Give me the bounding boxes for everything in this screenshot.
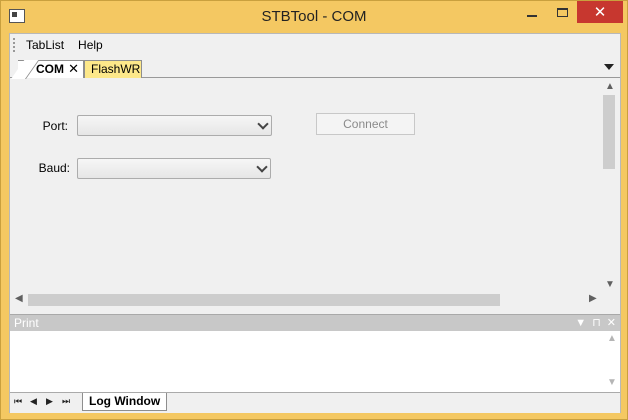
menu-bar: TabList Help [10, 34, 620, 56]
scroll-up-icon[interactable]: ▲ [607, 333, 617, 344]
bottom-tab-bar: ⏮ ◀ ▶ ⏭ Log Window [10, 393, 620, 413]
app-window: STBTool - COM ✕ TabList Help COM ✕ Flash… [0, 0, 628, 420]
scroll-down-icon[interactable]: ▼ [605, 279, 615, 290]
port-select[interactable] [77, 115, 272, 136]
tab-com-label: COM [36, 62, 64, 76]
scroll-right-icon[interactable]: ▶ [589, 293, 597, 304]
dock-controls: ▼ ⊓ ✕ [575, 315, 616, 331]
client-area: TabList Help COM ✕ FlashWR Port: Baud: C… [9, 33, 621, 413]
close-button[interactable]: ✕ [577, 1, 623, 23]
minimize-icon [527, 15, 537, 17]
close-icon: ✕ [593, 4, 607, 21]
print-vertical-scrollbar[interactable]: ▲ ▼ [605, 333, 619, 391]
com-settings-panel: Port: Baud: Connect [12, 79, 602, 293]
horizontal-scrollbar[interactable]: ◀ ▶ [12, 292, 600, 308]
print-dock-title: Print [14, 316, 39, 330]
scroll-thumb[interactable] [603, 95, 615, 169]
last-tab-icon[interactable]: ⏭ [62, 396, 70, 407]
dock-menu-icon[interactable]: ▼ [575, 315, 586, 331]
vertical-scrollbar[interactable]: ▲ ▼ [602, 79, 618, 293]
chevron-down-icon [257, 118, 269, 130]
tab-bar: COM ✕ FlashWR [10, 58, 620, 78]
tab-list-dropdown-icon[interactable] [604, 64, 614, 70]
maximize-button[interactable] [547, 1, 577, 23]
tab-com[interactable]: COM ✕ [18, 60, 84, 78]
chevron-down-icon [256, 161, 268, 173]
menu-tablist[interactable]: TabList [19, 34, 71, 56]
connect-button[interactable]: Connect [316, 113, 415, 135]
scroll-thumb[interactable] [28, 294, 500, 306]
print-output-area[interactable]: ▲ ▼ [10, 331, 620, 393]
baud-label: Baud: [38, 161, 70, 175]
maximize-icon [556, 7, 568, 17]
title-bar[interactable]: STBTool - COM ✕ [1, 1, 627, 33]
minimize-button[interactable] [517, 1, 547, 23]
next-tab-icon[interactable]: ▶ [46, 396, 53, 407]
tab-log-window[interactable]: Log Window [82, 393, 168, 411]
tab-flashwr[interactable]: FlashWR [84, 60, 142, 78]
close-icon[interactable]: ✕ [607, 315, 616, 331]
prev-tab-icon[interactable]: ◀ [30, 396, 37, 407]
menu-help[interactable]: Help [71, 34, 110, 56]
first-tab-icon[interactable]: ⏮ [14, 396, 22, 407]
baud-select[interactable] [77, 158, 271, 179]
tab-close-icon[interactable]: ✕ [68, 61, 79, 77]
print-dock-header[interactable]: Print ▼ ⊓ ✕ [10, 314, 620, 331]
scroll-up-icon[interactable]: ▲ [605, 81, 615, 92]
scroll-left-icon[interactable]: ◀ [15, 293, 23, 304]
port-label: Port: [42, 119, 68, 133]
scroll-down-icon[interactable]: ▼ [607, 377, 617, 388]
pin-icon[interactable]: ⊓ [592, 315, 601, 331]
